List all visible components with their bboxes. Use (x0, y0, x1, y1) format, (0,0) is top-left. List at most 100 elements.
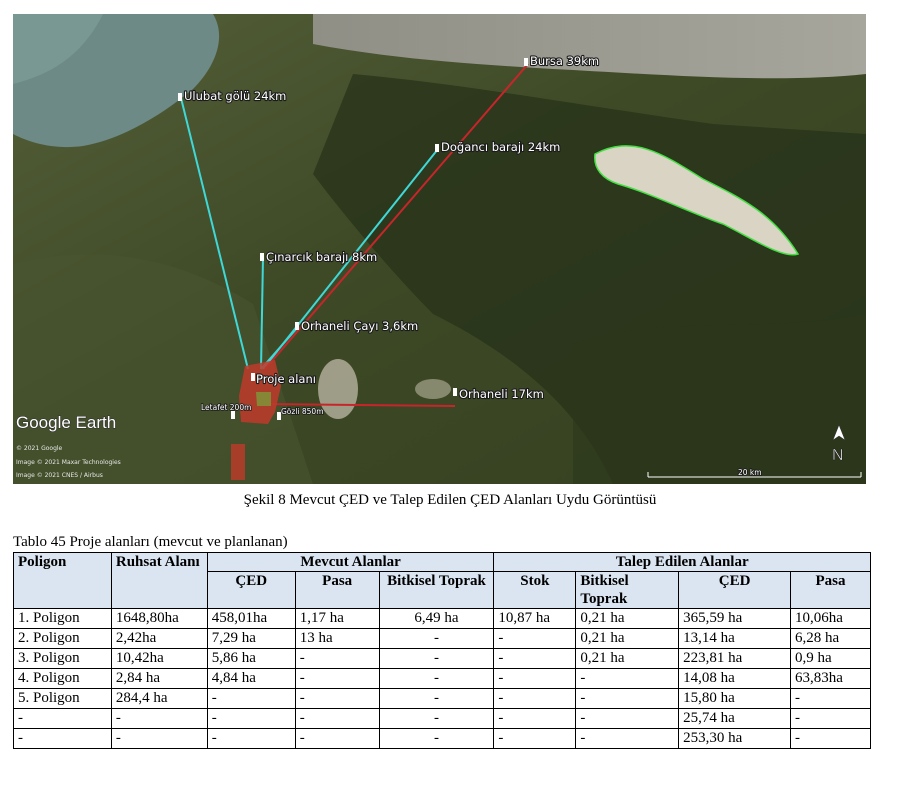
figure-caption: Şekil 8 Mevcut ÇED ve Talep Edilen ÇED A… (243, 492, 657, 508)
table-cell: - (294, 668, 380, 689)
table-cell: 4,84 ha (206, 668, 296, 689)
table-cell: - (378, 688, 495, 709)
table-row: - - - - - - -253,30 ha - (13, 728, 871, 749)
table-cell: - (294, 728, 380, 749)
table-cell: 14,08 ha (678, 668, 791, 689)
table-cell: 13 ha (294, 628, 380, 649)
header-mevcut: Mevcut Alanlar (206, 552, 495, 572)
label-cinarcik: Çınarcık barajı 8km (266, 250, 377, 264)
project-area-south (231, 444, 245, 480)
table-cell: - (378, 668, 495, 689)
table-cell: 6,49 ha (378, 608, 495, 629)
table-cell: - (493, 688, 577, 709)
pin-icon (295, 322, 299, 330)
table-header: Poligon Ruhsat Alanı Mevcut Alanlar Tale… (13, 552, 871, 609)
label-orhaneli-cayi: Orhaneli Çayı 3,6km (301, 319, 418, 333)
table-cell: - (378, 728, 495, 749)
table-cell: 13,14 ha (678, 628, 791, 649)
table-cell: - (493, 648, 577, 669)
header-ced: ÇED (206, 571, 296, 609)
header-bitkisel: Bitkisel Toprak (378, 571, 495, 609)
header-pasa-talep: Pasa (790, 571, 871, 609)
label-ulubat: Ulubat gölü 24km (184, 89, 286, 103)
table-row: 5. Poligon 284,4 ha - - - - -15,80 ha - (13, 688, 871, 709)
header-poligon: Poligon (13, 552, 112, 609)
satellite-map: Bursa 39km Ulubat gölü 24km Doğancı bara… (13, 14, 866, 484)
table-row: 4. Poligon 2,84 ha 4,84 ha - - - -14,08 ha 63,8… (13, 668, 871, 689)
table-cell: - (575, 688, 680, 709)
header-ruhsat: Ruhsat Alanı (110, 552, 208, 609)
project-areas-table: Poligon Ruhsat Alanı Mevcut Alanlar Tale… (13, 552, 871, 749)
credit-google: © 2021 Google (16, 445, 63, 452)
table-cell: 6,28 ha (790, 628, 871, 649)
table-cell: 10,06ha (790, 608, 871, 629)
pin-icon (178, 93, 182, 101)
table-cell: 253,30 ha (678, 728, 791, 749)
label-doganci: Doğancı barajı 24km (441, 140, 560, 154)
table-row: 3. Poligon 10,42ha 5,86 ha - - -0,21 ha 223,81… (13, 648, 871, 669)
header-pasa: Pasa (294, 571, 380, 609)
table-cell: 1. Poligon (13, 608, 112, 629)
table-cell: 63,83ha (790, 668, 871, 689)
table-cell: - (575, 708, 680, 729)
table-cell: 7,29 ha (206, 628, 296, 649)
table-cell: - (575, 668, 680, 689)
label-gozli: Gözli 850m (281, 407, 324, 416)
table-cell: - (206, 688, 296, 709)
table-cell: - (294, 648, 380, 669)
table-cell: - (206, 708, 296, 729)
table-cell: 0,21 ha (575, 608, 680, 629)
satellite-figure: Bursa 39km Ulubat gölü 24km Doğancı bara… (13, 14, 866, 484)
table-cell: - (13, 708, 112, 729)
table-cell: 25,74 ha (678, 708, 791, 729)
label-orhaneli: Orhaneli 17km (459, 387, 544, 401)
table-cell: - (110, 728, 208, 749)
pin-icon (260, 253, 264, 261)
table-title: Tablo 45 Proje alanları (mevcut ve planl… (13, 534, 288, 550)
table-cell: - (294, 708, 380, 729)
table-cell: - (790, 728, 871, 749)
table-cell: 10,87 ha (493, 608, 577, 629)
table-cell: 5. Poligon (13, 688, 112, 709)
table-cell: 458,01ha (206, 608, 296, 629)
table-cell: 2,84 ha (110, 668, 208, 689)
table-cell: 10,42ha (110, 648, 208, 669)
table-cell: - (493, 708, 577, 729)
table-cell: 0,21 ha (575, 628, 680, 649)
header-bitkisel-talep: Bitkisel Toprak (575, 571, 680, 609)
table-cell: 0,9 ha (790, 648, 871, 669)
table-cell: - (790, 688, 871, 709)
label-proje: Proje alanı (256, 372, 316, 386)
label-letafet: Letafet 200m (201, 403, 251, 412)
table-cell: 15,80 ha (678, 688, 791, 709)
table-cell: - (378, 708, 495, 729)
pin-icon (435, 144, 439, 152)
credit-maxar: Image © 2021 Maxar Technologies (16, 459, 121, 466)
table-cell: - (575, 728, 680, 749)
table-row: 2. Poligon 2,42ha 7,29 ha 13 ha - -0,21 ha 13,… (13, 628, 871, 649)
pin-icon (524, 58, 528, 66)
pin-icon (251, 373, 255, 381)
mountain-south (573, 314, 866, 484)
table-cell: 2,42ha (110, 628, 208, 649)
table-cell: - (493, 668, 577, 689)
credit-cnes: Image © 2021 CNES / Airbus (16, 472, 103, 479)
table-cell: 3. Poligon (13, 648, 112, 669)
table-cell: - (493, 728, 577, 749)
table-cell: 365,59 ha (678, 608, 791, 629)
north-label: N (832, 447, 844, 464)
table-cell: 0,21 ha (575, 648, 680, 669)
scale-label: 20 km (738, 468, 762, 477)
table-cell: 2. Poligon (13, 628, 112, 649)
table-cell: - (378, 628, 495, 649)
table-cell: - (294, 688, 380, 709)
pin-icon (231, 411, 235, 419)
table-row: 1. Poligon 1648,80ha 458,01ha 1,17 ha 6,49 h… (13, 608, 871, 629)
header-ced-talep: ÇED (678, 571, 791, 609)
table-cell: 4. Poligon (13, 668, 112, 689)
table-row: - - - - - - -25,74 ha - (13, 708, 871, 729)
table-cell: 1648,80ha (110, 608, 208, 629)
table-cell: 284,4 ha (110, 688, 208, 709)
pin-icon (453, 388, 457, 396)
header-stok: Stok (493, 571, 577, 609)
